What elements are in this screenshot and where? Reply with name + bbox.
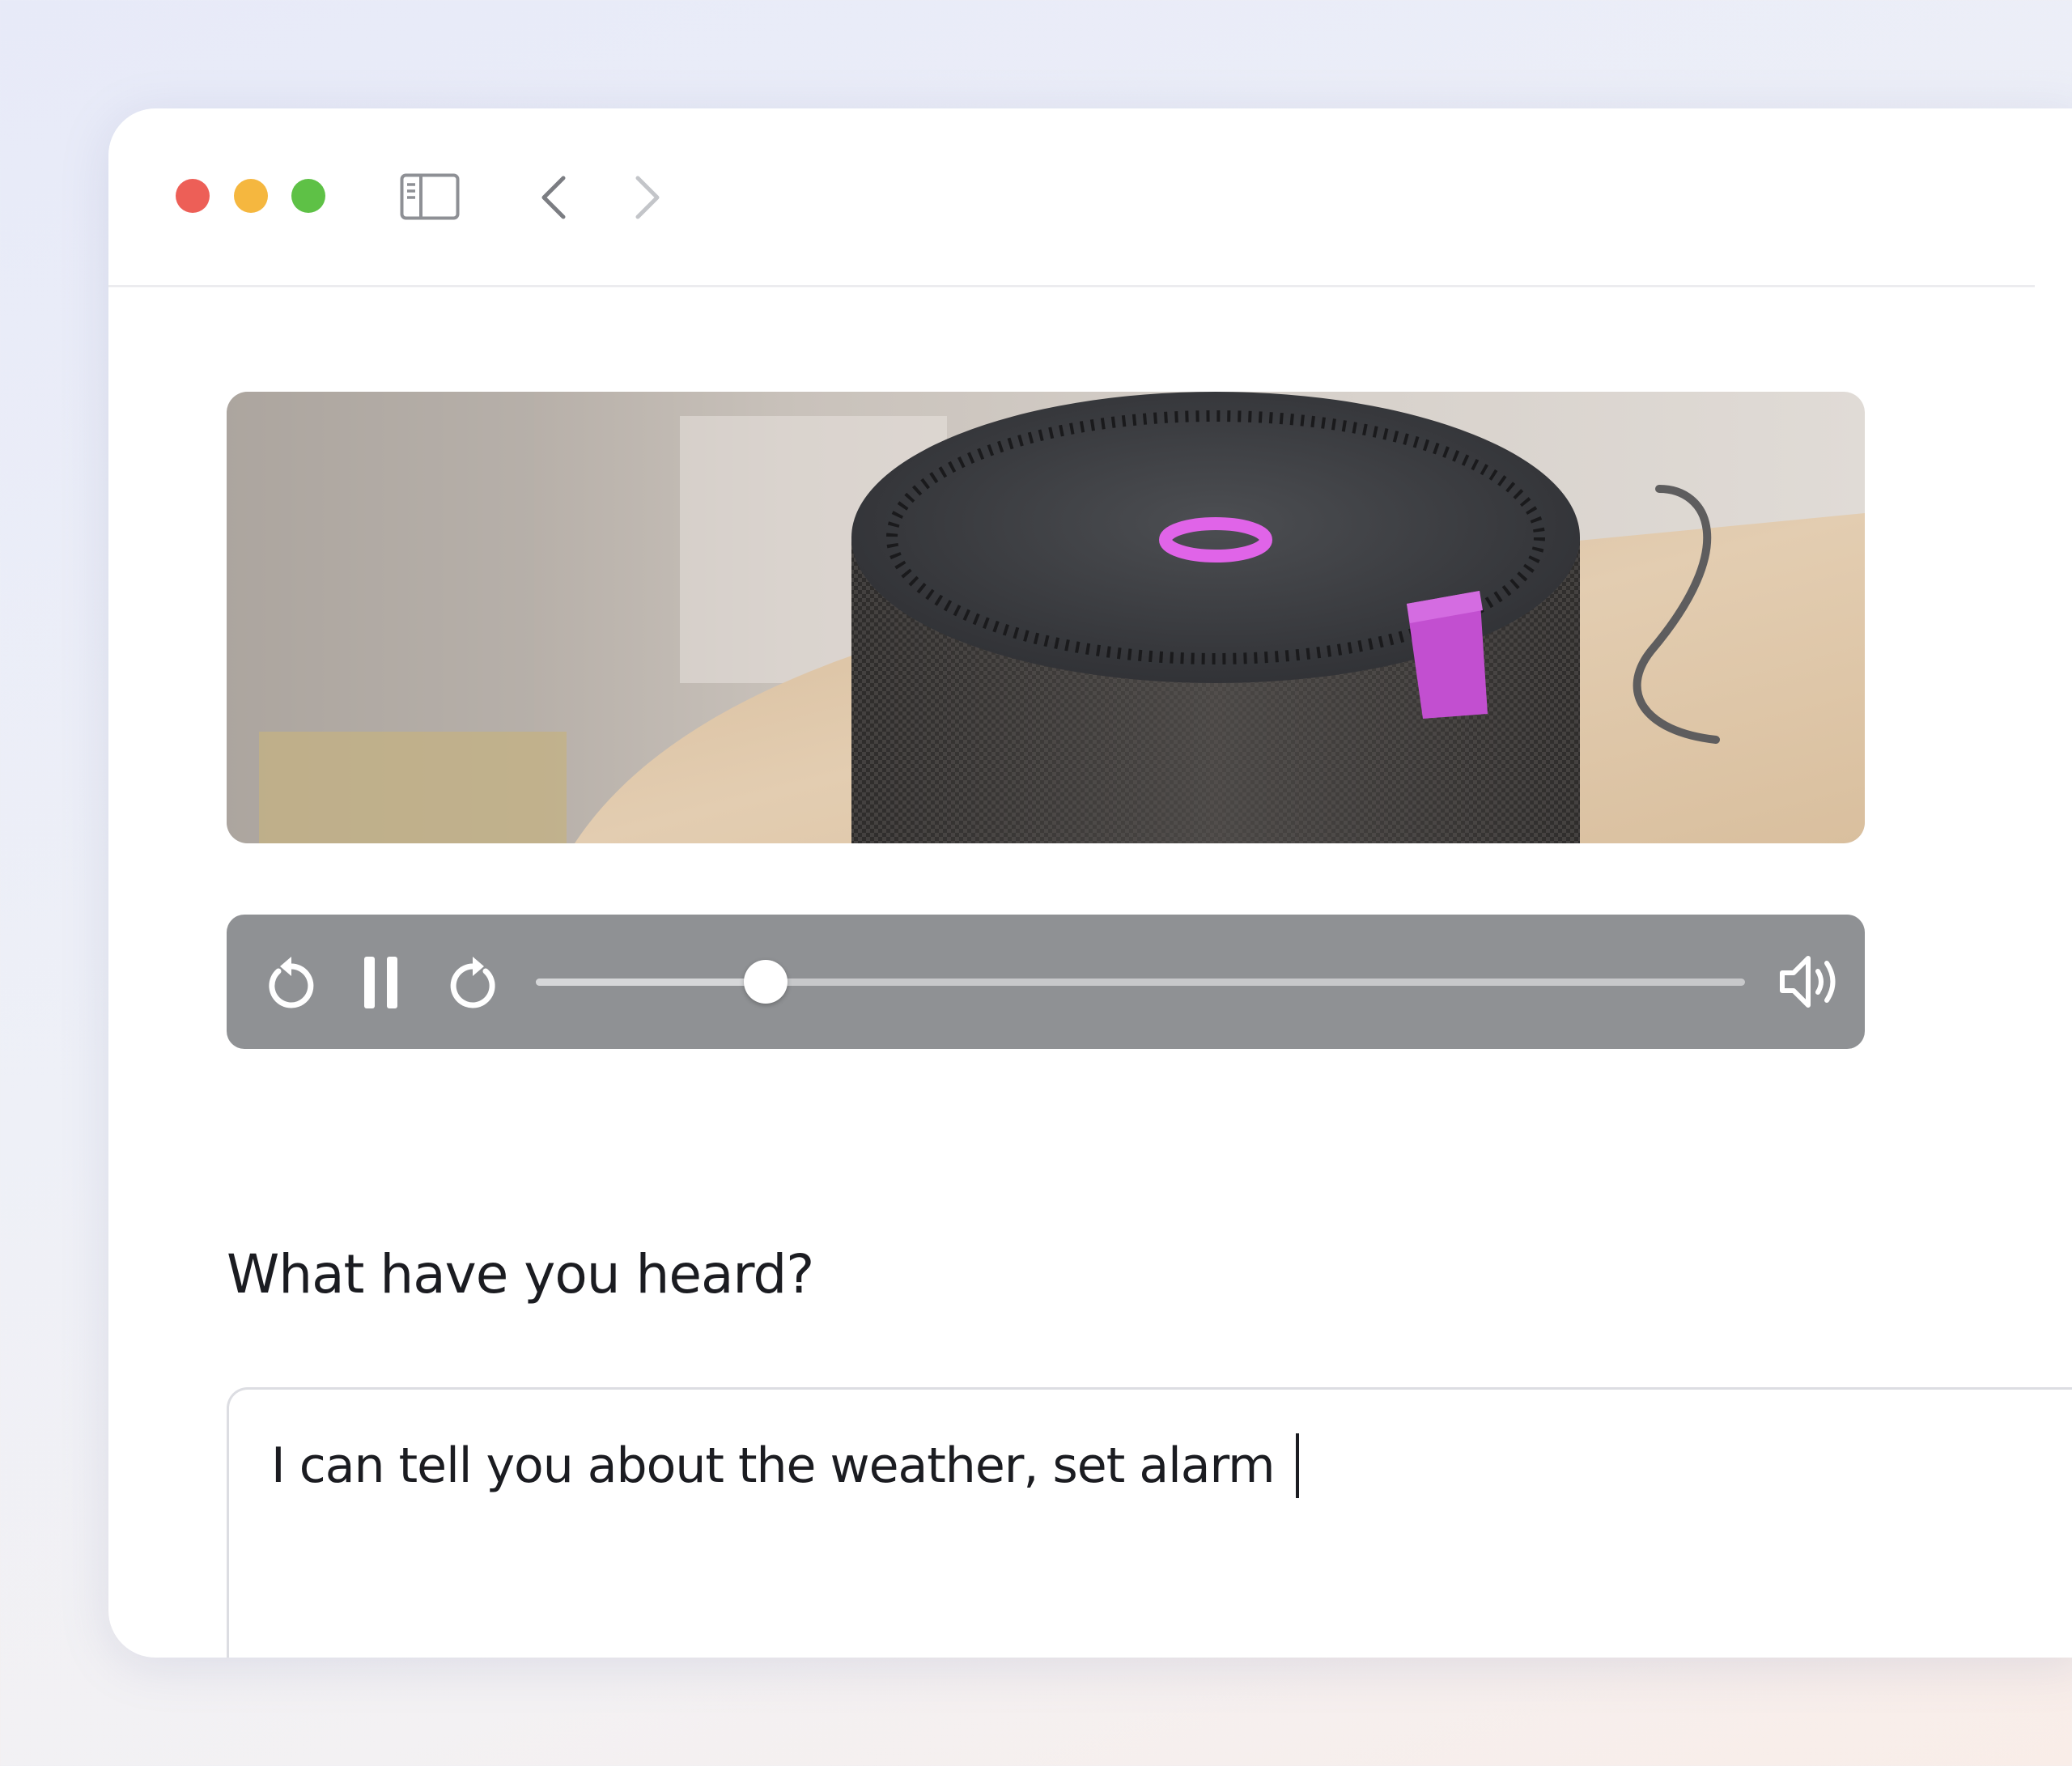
pause-button[interactable] [353, 953, 411, 1012]
rewind-button[interactable] [262, 953, 321, 1012]
forward-button[interactable] [626, 175, 667, 220]
progress-thumb[interactable] [743, 960, 788, 1004]
question-title: What have you heard? [227, 1243, 814, 1305]
chevron-right-icon [635, 176, 660, 219]
text-caret [1295, 1433, 1299, 1498]
back-button[interactable] [534, 175, 575, 220]
maximize-window-button[interactable] [291, 179, 325, 213]
forward-button-player[interactable] [444, 953, 502, 1012]
pause-icon [364, 957, 397, 1008]
volume-button[interactable] [1776, 949, 1842, 1015]
volume-icon [1780, 956, 1836, 1008]
progress-fill [536, 979, 766, 986]
answer-value: I can tell you about the weather, set al… [271, 1437, 1276, 1494]
audio-player [227, 915, 1865, 1049]
sidebar-toggle-button[interactable] [400, 173, 460, 220]
forward-icon [450, 957, 495, 1008]
window-toolbar [108, 108, 2035, 287]
answer-text: I can tell you about the weather, set al… [271, 1433, 1299, 1498]
minimize-window-button[interactable] [234, 179, 268, 213]
close-window-button[interactable] [176, 179, 210, 213]
smart-speaker-image [227, 392, 1865, 843]
progress-slider[interactable] [536, 960, 1745, 1004]
answer-textarea[interactable]: I can tell you about the weather, set al… [227, 1387, 2072, 1658]
sidebar-toggle-icon [400, 173, 460, 220]
rewind-icon [269, 957, 314, 1008]
chevron-left-icon [541, 176, 566, 219]
browser-window: What have you heard? I can tell you abou… [108, 108, 2072, 1658]
